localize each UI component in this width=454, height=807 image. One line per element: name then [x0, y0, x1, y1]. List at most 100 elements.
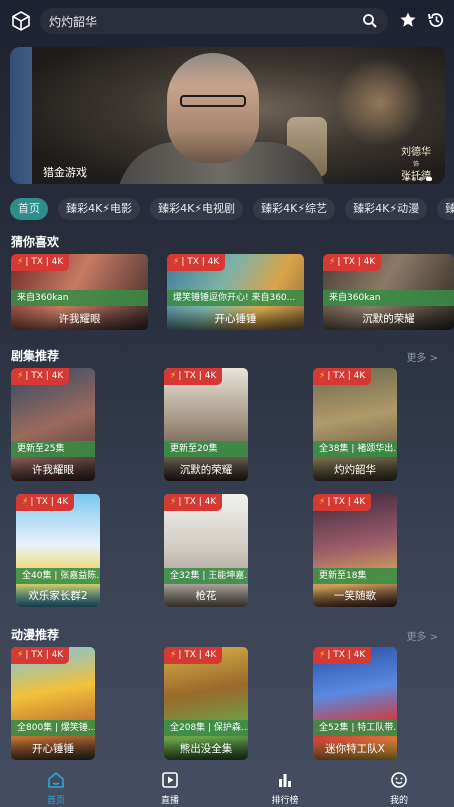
banner-dot — [405, 177, 409, 181]
home-icon — [48, 771, 64, 788]
tab-more[interactable]: 臻 — [437, 198, 454, 220]
source-badge: ⚡ | TX | 4K — [16, 494, 75, 511]
anime-card[interactable]: ⚡ | TX | 4K 全800集 | 爆笑锤... 开心锤锤 — [11, 647, 95, 760]
badge-text: | TX | 4K — [178, 497, 217, 507]
history-icon[interactable] — [427, 11, 445, 29]
banner-title: 猎金游戏 — [43, 166, 87, 179]
badge-text: | TX | 4K — [25, 257, 64, 267]
card-title: 沉默的荣耀 — [323, 308, 454, 330]
source-badge: ⚡ | TX | 4K — [313, 647, 372, 664]
nav-rank[interactable]: 排行榜 — [255, 771, 315, 806]
card-info: 来自360kan — [11, 290, 148, 306]
anime-card[interactable]: ⚡ | TX | 4K 全208集 | 保护森... 熊出没全集 — [164, 647, 248, 760]
bottom-nav: 首页 直播 排行榜 我的 — [0, 765, 454, 807]
badge-text: | TX | 4K — [178, 650, 217, 660]
search-icon[interactable] — [362, 13, 378, 29]
bolt-icon: ⚡ — [170, 497, 177, 507]
card-title: 许我耀眼 — [11, 459, 95, 481]
drama-more-link[interactable]: 更多 > — [406, 349, 438, 364]
badge-text: | TX | 4K — [181, 257, 220, 267]
card-info: 更新至25集 — [11, 441, 95, 457]
drama-card[interactable]: ⚡ | TX | 4K 全38集 | 褚颂华出... 灼灼韶华 — [313, 368, 397, 481]
guess-card[interactable]: ⚡ | TX | 4K 爆笑锤锤逗你开心! 来自360... 开心锤锤 — [167, 254, 304, 330]
bolt-icon: ⚡ — [173, 257, 180, 267]
badge-text: | TX | 4K — [327, 371, 366, 381]
category-tabs: 首页 臻彩4K⚡电影 臻彩4K⚡电视剧 臻彩4K⚡综艺 臻彩4K⚡动漫 臻 — [10, 197, 454, 220]
search-bar[interactable]: 灼灼韶华 — [40, 8, 388, 34]
nav-home-label: 首页 — [46, 796, 65, 806]
bolt-icon: ⚡ — [17, 257, 24, 267]
tab-movies[interactable]: 臻彩4K⚡电影 — [58, 198, 141, 220]
cube-logo-icon[interactable] — [10, 10, 32, 32]
cast-actor: 刘德华 — [401, 147, 431, 158]
source-badge: ⚡ | TX | 4K — [167, 254, 226, 271]
badge-text: | TX | 4K — [327, 497, 366, 507]
card-info: 全40集 | 张嘉益陈... — [16, 568, 100, 584]
drama-card[interactable]: ⚡ | TX | 4K 更新至20集 沉默的荣耀 — [164, 368, 248, 481]
source-badge: ⚡ | TX | 4K — [164, 647, 223, 664]
source-badge: ⚡ | TX | 4K — [11, 254, 70, 271]
bolt-icon: ⚡ — [170, 650, 177, 660]
card-title: 开心锤锤 — [167, 308, 304, 330]
card-info: 全38集 | 褚颂华出... — [313, 441, 397, 457]
source-badge: ⚡ | TX | 4K — [313, 368, 372, 385]
card-title: 一笑随歌 — [313, 585, 397, 607]
drama-card[interactable]: ⚡ | TX | 4K 更新至25集 许我耀眼 — [11, 368, 95, 481]
tab-home[interactable]: 首页 — [10, 198, 48, 220]
tab-tv[interactable]: 臻彩4K⚡电视剧 — [150, 198, 244, 220]
anime-more-link[interactable]: 更多 > — [406, 628, 438, 643]
drama-card[interactable]: ⚡ | TX | 4K 更新至18集 一笑随歌 — [313, 494, 397, 607]
card-info: 爆笑锤锤逗你开心! 来自360... — [167, 290, 304, 306]
card-info: 全800集 | 爆笑锤... — [11, 720, 95, 736]
banner-dots — [405, 177, 432, 181]
nav-rank-label: 排行榜 — [271, 796, 299, 806]
source-badge: ⚡ | TX | 4K — [164, 368, 223, 385]
smiley-icon — [391, 772, 407, 788]
nav-mine[interactable]: 我的 — [369, 771, 429, 806]
bolt-icon: ⚡ — [319, 650, 326, 660]
source-badge: ⚡ | TX | 4K — [323, 254, 382, 271]
banner-actor-glasses — [180, 95, 246, 107]
bolt-icon: ⚡ — [319, 497, 326, 507]
card-info: 全32集 | 王能坤嘉... — [164, 568, 248, 584]
banner-dot-active — [426, 177, 432, 181]
bolt-icon: ⚡ — [17, 371, 24, 381]
top-bar: 灼灼韶华 — [0, 0, 454, 42]
nav-live[interactable]: 直播 — [140, 771, 200, 806]
source-badge: ⚡ | TX | 4K — [164, 494, 223, 511]
card-info: 更新至20集 — [164, 441, 248, 457]
bar-chart-icon — [279, 774, 291, 787]
bolt-icon: ⚡ — [170, 371, 177, 381]
card-title: 欢乐家长群2 — [16, 585, 100, 607]
tab-anime[interactable]: 臻彩4K⚡动漫 — [345, 198, 428, 220]
guess-card[interactable]: ⚡ | TX | 4K 来自360kan 沉默的荣耀 — [323, 254, 454, 330]
card-info: 更新至18集 — [313, 568, 397, 584]
badge-text: | TX | 4K — [178, 371, 217, 381]
drama-card[interactable]: ⚡ | TX | 4K 全40集 | 张嘉益陈... 欢乐家长群2 — [16, 494, 100, 607]
tab-variety[interactable]: 臻彩4K⚡综艺 — [253, 198, 336, 220]
section-title-guess: 猜你喜欢 — [11, 235, 60, 249]
card-info: 来自360kan — [323, 290, 454, 306]
search-text[interactable]: 灼灼韶华 — [49, 13, 97, 30]
badge-text: | TX | 4K — [25, 371, 64, 381]
badge-text: | TX | 4K — [30, 497, 69, 507]
source-badge: ⚡ | TX | 4K — [11, 647, 70, 664]
nav-mine-label: 我的 — [389, 796, 408, 806]
badge-text: | TX | 4K — [327, 650, 366, 660]
drama-card[interactable]: ⚡ | TX | 4K 全32集 | 王能坤嘉... 枪花 — [164, 494, 248, 607]
card-title: 沉默的荣耀 — [164, 459, 248, 481]
card-info: 全52集 | 特工队带... — [313, 720, 397, 736]
favorite-star-icon[interactable] — [399, 11, 417, 29]
bolt-icon: ⚡ — [17, 650, 24, 660]
section-title-anime: 动漫推荐 — [11, 628, 60, 642]
guess-card[interactable]: ⚡ | TX | 4K 来自360kan 许我耀眼 — [11, 254, 148, 330]
card-title: 许我耀眼 — [11, 308, 148, 330]
bolt-icon: ⚡ — [319, 371, 326, 381]
banner-dot — [419, 177, 423, 181]
card-title: 枪花 — [164, 585, 248, 607]
anime-card[interactable]: ⚡ | TX | 4K 全52集 | 特工队带... 迷你特工队X — [313, 647, 397, 760]
card-title: 开心锤锤 — [11, 738, 95, 760]
nav-home[interactable]: 首页 — [26, 771, 86, 806]
banner-actor-head — [167, 53, 259, 163]
banner-carousel[interactable]: 刘德华 饰 张托德 — [32, 47, 445, 184]
